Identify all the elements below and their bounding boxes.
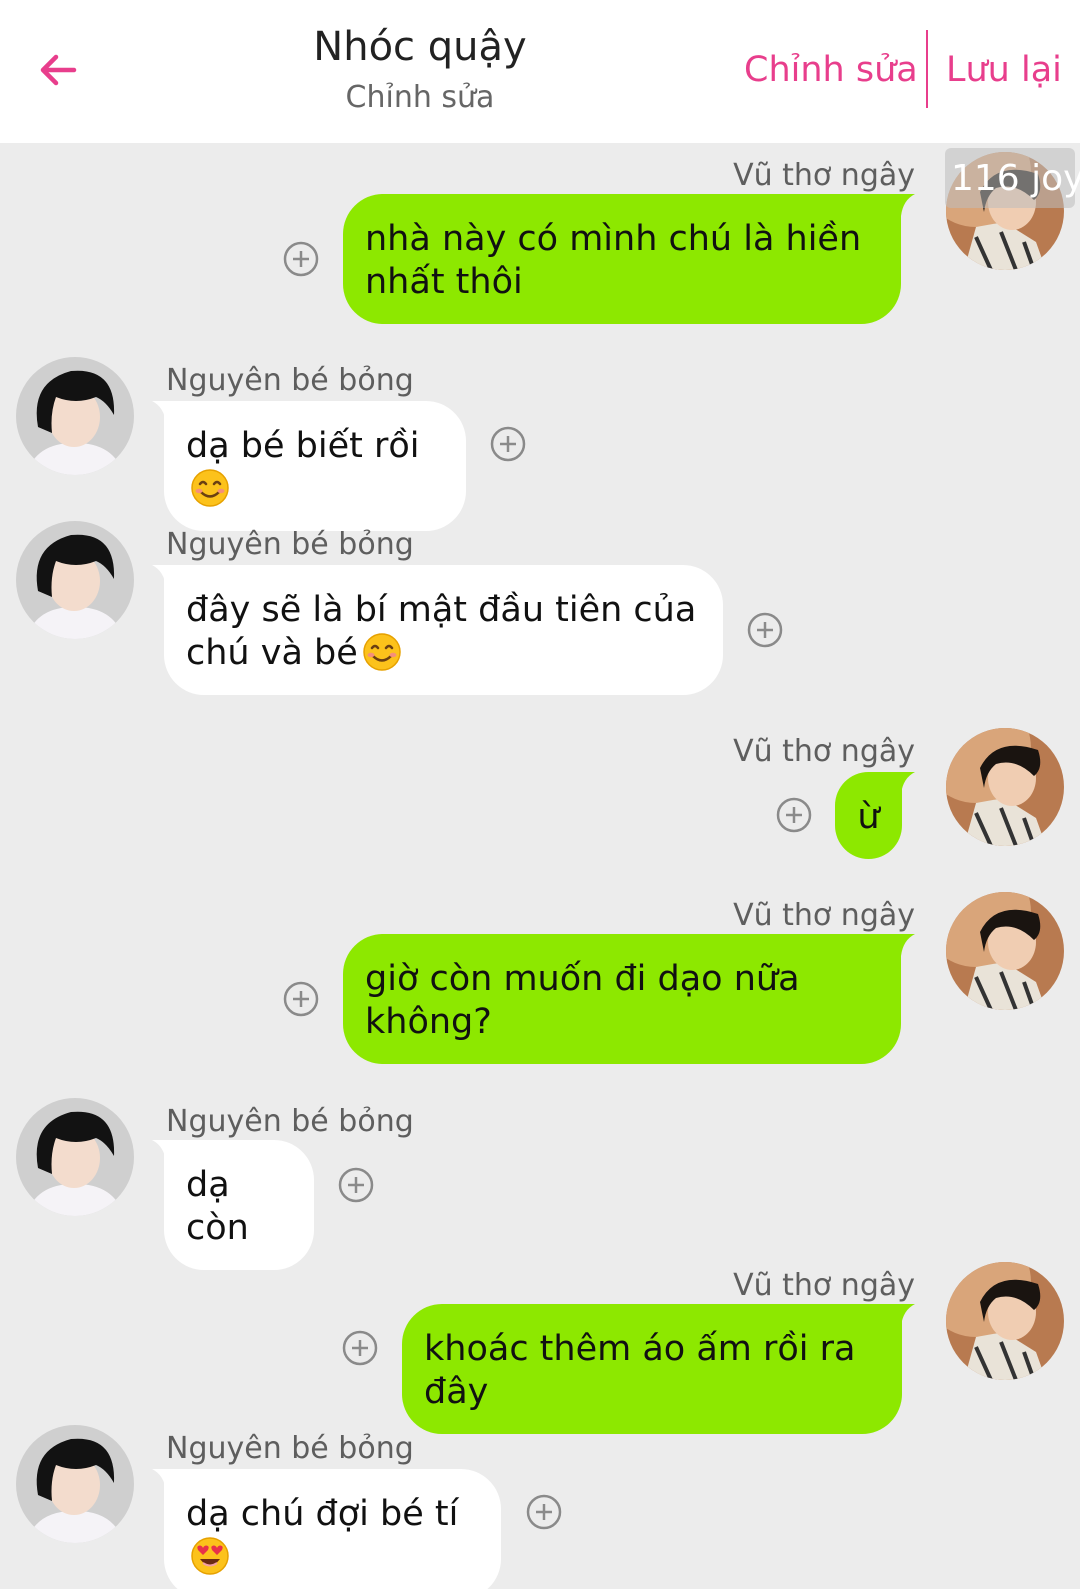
bubble-tail (893, 1304, 915, 1326)
joy-badge: 116 joy (945, 148, 1080, 208)
joy-badge-text: 116 joy (951, 158, 1080, 199)
avatar-nguyen-be-bong[interactable] (16, 1425, 134, 1543)
chat-message: Nguyên bé bỏng đây sẽ là bí mật đầu tiên… (0, 519, 1080, 704)
message-bubble[interactable]: nhà này có mình chú là hiền nhất thôi (343, 194, 901, 324)
message-bubble[interactable]: khoác thêm áo ấm rồi ra đây (402, 1304, 902, 1434)
add-reaction-icon[interactable] (747, 612, 783, 648)
message-line: không? (365, 1002, 492, 1042)
message-line: dạ bé biết rồi (186, 426, 420, 466)
top-bar: Nhóc quậy Chỉnh sửa Chỉnh sửa Lưu lại (0, 0, 1080, 143)
add-reaction-icon[interactable] (338, 1167, 374, 1203)
message-line: khoác thêm áo ấm rồi ra đây (424, 1329, 856, 1412)
message-line: đây sẽ là bí mật đầu tiên của (186, 590, 697, 630)
message-bubble[interactable]: dạ chú đợi bé tí (164, 1469, 501, 1589)
sender-name: Vũ thơ ngây (733, 734, 915, 769)
sender-name: Vũ thơ ngây (733, 898, 915, 933)
message-line: dạ chú đợi bé tí (186, 1494, 459, 1534)
edit-button[interactable]: Chỉnh sửa (744, 50, 918, 90)
avatar-vu-tho-ngay[interactable] (946, 1262, 1064, 1380)
avatar-nguyen-be-bong[interactable] (16, 1098, 134, 1216)
conversation-subtitle: Chỉnh sửa (345, 80, 495, 115)
sender-name: Vũ thơ ngây (733, 158, 915, 193)
avatar-nguyen-be-bong[interactable] (16, 357, 134, 475)
chat-message: Vũ thơ ngây giờ còn muốn đi dạo nữa khôn… (0, 890, 1080, 1075)
bubble-tail (893, 194, 915, 216)
add-reaction-icon[interactable] (283, 241, 319, 277)
bubble-tail (893, 934, 915, 956)
add-reaction-icon[interactable] (283, 981, 319, 1017)
avatar-vu-tho-ngay[interactable] (946, 892, 1064, 1010)
message-line: giờ còn muốn đi dạo nữa (365, 959, 800, 999)
chat-message: Vũ thơ ngây khoác thêm áo ấm rồi ra đây (0, 1260, 1080, 1434)
add-reaction-icon[interactable] (490, 426, 526, 462)
chat-message: Nguyên bé bỏng dạ bé biết rồi (0, 355, 1080, 531)
avatar-nguyen-be-bong[interactable] (16, 521, 134, 639)
message-bubble[interactable]: ừ (835, 772, 902, 859)
add-reaction-icon[interactable] (776, 797, 812, 833)
message-bubble[interactable]: đây sẽ là bí mật đầu tiên của chú và bé (164, 565, 723, 695)
message-line: dạ còn (186, 1165, 249, 1248)
sender-name: Nguyên bé bỏng (166, 527, 414, 562)
heart-eyes-emoji-icon (191, 1537, 229, 1575)
sender-name: Vũ thơ ngây (733, 1268, 915, 1303)
save-button[interactable]: Lưu lại (946, 50, 1062, 90)
smiling-face-emoji-icon (191, 469, 229, 507)
add-reaction-icon[interactable] (342, 1330, 378, 1366)
chat-message: Nguyên bé bỏng dạ còn (0, 1096, 1080, 1270)
message-bubble[interactable]: dạ còn (164, 1140, 314, 1270)
header-divider (926, 30, 928, 108)
sender-name: Nguyên bé bỏng (166, 1104, 414, 1139)
message-line: chú và bé (186, 633, 358, 673)
message-bubble[interactable]: dạ bé biết rồi (164, 401, 466, 531)
chat-message: Vũ thơ ngây nhà này có mình chú là hiền … (0, 150, 1080, 335)
avatar-vu-tho-ngay[interactable] (946, 728, 1064, 846)
sender-name: Nguyên bé bỏng (166, 1431, 414, 1466)
message-line: nhà này có mình chú là hiền (365, 219, 862, 259)
message-line: nhất thôi (365, 262, 523, 302)
sender-name: Nguyên bé bỏng (166, 363, 414, 398)
smiling-face-emoji-icon (363, 633, 401, 671)
chat-message: Nguyên bé bỏng dạ chú đợi bé tí (0, 1423, 1080, 1589)
message-bubble[interactable]: giờ còn muốn đi dạo nữa không? (343, 934, 901, 1064)
bubble-tail (893, 772, 915, 794)
add-reaction-icon[interactable] (526, 1494, 562, 1530)
conversation-title: Nhóc quậy (313, 24, 527, 70)
message-line: ừ (857, 797, 880, 837)
chat-message: Vũ thơ ngây ừ (0, 726, 1080, 871)
